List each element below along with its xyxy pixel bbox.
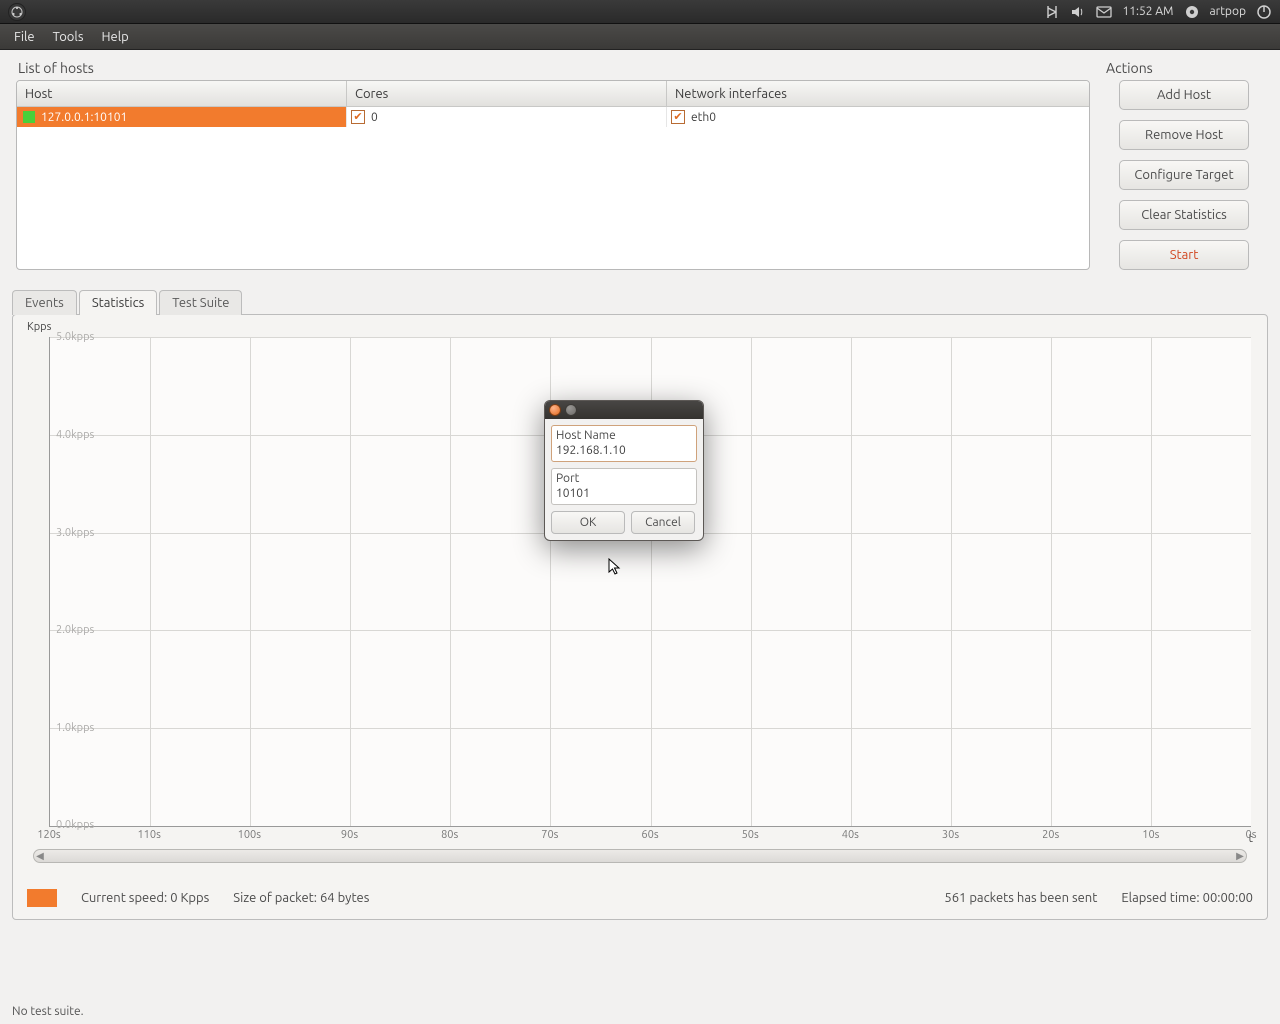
- volume-icon[interactable]: [1070, 4, 1086, 20]
- host-cell[interactable]: 127.0.0.1:10101: [17, 107, 347, 127]
- app-menubar: File Tools Help: [0, 24, 1280, 50]
- netif-value: eth0: [691, 111, 716, 124]
- host-name-input[interactable]: [556, 442, 692, 460]
- actions-panel: Actions Add Host Remove Host Configure T…: [1104, 60, 1264, 280]
- packet-size: Size of packet: 64 bytes: [233, 891, 369, 905]
- y-axis-label: Kpps: [27, 321, 51, 333]
- hosts-title: List of hosts: [16, 60, 1090, 76]
- checkbox-icon[interactable]: [671, 110, 685, 124]
- col-host[interactable]: Host: [17, 81, 347, 106]
- scroll-right-icon[interactable]: ▶: [1234, 850, 1246, 862]
- series-color-swatch: [27, 889, 57, 907]
- tab-statistics[interactable]: Statistics: [79, 290, 157, 315]
- host-name-label: Host Name: [556, 427, 692, 442]
- menu-file[interactable]: File: [6, 27, 43, 47]
- port-field[interactable]: Port: [551, 468, 697, 505]
- checkbox-icon[interactable]: [351, 110, 365, 124]
- clear-statistics-button[interactable]: Clear Statistics: [1119, 200, 1249, 230]
- current-speed: Current speed: 0 Kpps: [81, 891, 209, 905]
- actions-title: Actions: [1104, 60, 1264, 76]
- system-top-bar: 11:52 AM artpop: [0, 0, 1280, 24]
- username[interactable]: artpop: [1210, 5, 1247, 18]
- scroll-left-icon[interactable]: ◀: [34, 850, 46, 862]
- ok-button[interactable]: OK: [551, 511, 625, 534]
- close-icon[interactable]: [549, 404, 561, 416]
- cancel-button[interactable]: Cancel: [631, 511, 695, 534]
- horizontal-scrollbar[interactable]: ◀ ▶: [33, 849, 1247, 863]
- mail-icon[interactable]: [1096, 4, 1112, 20]
- host-address: 127.0.0.1:10101: [41, 111, 127, 124]
- bottom-status: No test suite.: [12, 1005, 84, 1018]
- add-host-dialog: Host Name Port OK Cancel: [544, 400, 704, 541]
- col-netif[interactable]: Network interfaces: [667, 81, 1089, 106]
- cores-value: 0: [371, 111, 378, 124]
- menu-tools[interactable]: Tools: [45, 27, 92, 47]
- dialog-titlebar[interactable]: [545, 401, 703, 419]
- tab-test-suite[interactable]: Test Suite: [159, 290, 242, 315]
- hosts-header: Host Cores Network interfaces: [17, 81, 1089, 107]
- tabstrip: Events Statistics Test Suite: [12, 286, 1268, 314]
- hosts-panel: List of hosts Host Cores Network interfa…: [16, 60, 1090, 280]
- chart-status-row: Current speed: 0 Kpps Size of packet: 64…: [23, 881, 1257, 909]
- status-dot-icon: [23, 111, 35, 123]
- x-ticks: 120s110s100s90s80s70s60s50s40s30s20s10s0…: [49, 829, 1251, 843]
- hosts-table: Host Cores Network interfaces 127.0.0.1:…: [16, 80, 1090, 270]
- minimize-icon[interactable]: [565, 404, 577, 416]
- packets-sent: 561 packets has been sent: [944, 891, 1097, 905]
- port-label: Port: [556, 470, 692, 485]
- add-host-button[interactable]: Add Host: [1119, 80, 1249, 110]
- ubuntu-logo-icon[interactable]: [8, 3, 26, 21]
- menu-help[interactable]: Help: [93, 27, 136, 47]
- host-name-field[interactable]: Host Name: [551, 425, 697, 462]
- netif-cell[interactable]: eth0: [667, 107, 1089, 127]
- configure-target-button[interactable]: Configure Target: [1119, 160, 1249, 190]
- cores-cell[interactable]: 0: [347, 107, 667, 127]
- tab-events[interactable]: Events: [12, 290, 77, 315]
- settings-gear-icon[interactable]: [1184, 4, 1200, 20]
- remove-host-button[interactable]: Remove Host: [1119, 120, 1249, 150]
- table-row[interactable]: 127.0.0.1:10101 0 eth0: [17, 107, 1089, 127]
- clock[interactable]: 11:52 AM: [1122, 5, 1173, 18]
- power-icon[interactable]: [1256, 4, 1272, 20]
- port-input[interactable]: [556, 485, 692, 503]
- elapsed-time: Elapsed time: 00:00:00: [1121, 891, 1253, 905]
- scrollbar-thumb[interactable]: [60, 852, 1220, 861]
- start-button[interactable]: Start: [1119, 240, 1249, 270]
- network-icon[interactable]: [1044, 4, 1060, 20]
- col-cores[interactable]: Cores: [347, 81, 667, 106]
